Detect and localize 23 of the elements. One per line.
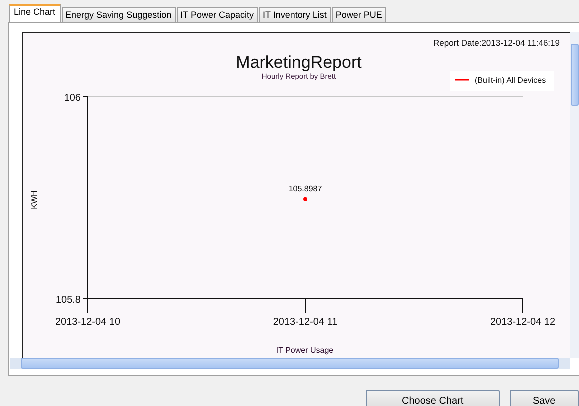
tab[interactable]: Energy Saving Suggestion xyxy=(62,7,176,22)
legend-label: (Built-in) All Devices xyxy=(475,76,546,85)
vertical-scrollbar[interactable] xyxy=(570,32,579,358)
x-axis-label: IT Power Usage xyxy=(276,346,334,355)
horizontal-scrollbar[interactable] xyxy=(10,358,570,369)
tick-mark xyxy=(82,298,88,300)
chart-title: MarketingReport xyxy=(236,53,362,72)
tick-mark xyxy=(82,96,88,98)
x-tick-label: 2013-12-04 12 xyxy=(490,317,556,328)
report-date: Report Date:2013-12-04 11:46:19 xyxy=(434,38,560,48)
chart-legend: (Built-in) All Devices xyxy=(450,71,554,91)
x-tick-label: 2013-12-04 11 xyxy=(273,317,338,328)
tab[interactable]: IT Inventory List xyxy=(258,7,331,22)
action-button[interactable]: Choose Chart xyxy=(366,390,500,406)
x-tick-label: 2013-12-04 10 xyxy=(55,317,121,328)
data-label: 105.8987 xyxy=(288,184,322,194)
y-axis-label: KWH xyxy=(30,190,39,210)
tab[interactable]: IT Power Capacity xyxy=(176,7,258,22)
tab[interactable]: Line Chart xyxy=(9,4,61,22)
action-button[interactable]: Save xyxy=(510,390,579,406)
tab[interactable]: Power PUE xyxy=(332,7,386,22)
y-tick-label: 105.8 xyxy=(56,295,81,306)
y-tick-label: 106 xyxy=(64,93,81,104)
